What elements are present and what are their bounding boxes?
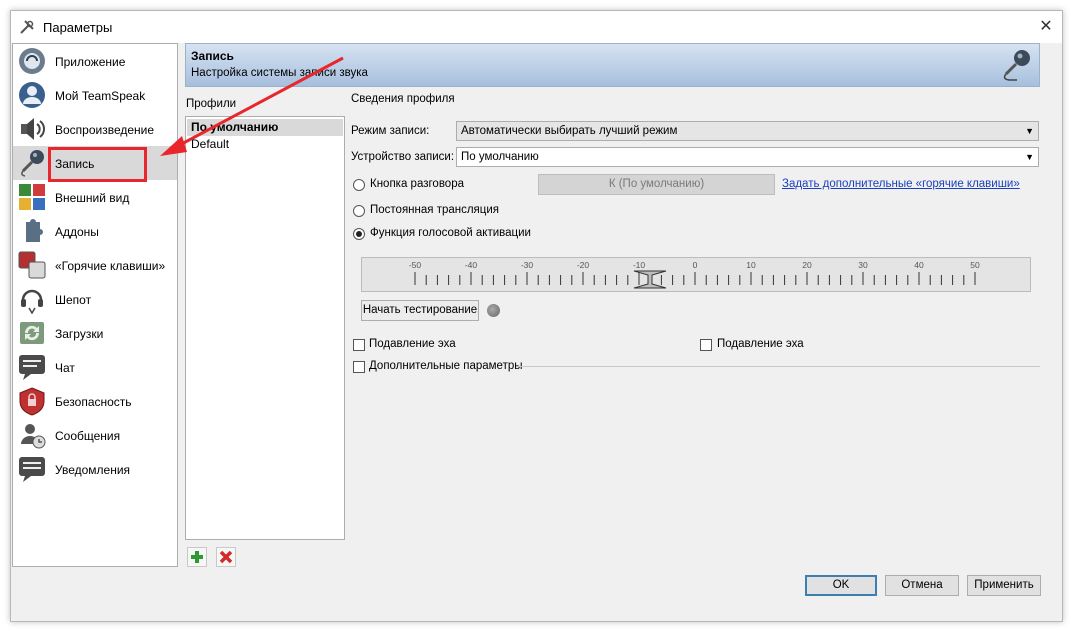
dropdown-arrow-icon: ▼ (1025, 126, 1034, 136)
capture-mode-value: Автоматически выбирать лучший режим (461, 125, 678, 137)
sidebar-item-whisper[interactable]: Шепот (13, 282, 177, 316)
sidebar-item-security[interactable]: Безопасность (13, 384, 177, 418)
cancel-button[interactable]: Отмена (885, 575, 959, 596)
meter-tick-label: 10 (746, 260, 756, 270)
meter-tick-label: 50 (970, 260, 980, 270)
profile-item[interactable]: Default (187, 136, 343, 153)
advanced-options-checkbox[interactable] (353, 361, 365, 373)
echo-cancel-label-2: Подавление эха (717, 338, 804, 350)
meter-tick-label: -30 (521, 260, 534, 270)
meter-tick-label: -50 (409, 260, 422, 270)
sidebar-item-application[interactable]: Приложение (13, 44, 177, 78)
window-title: Параметры (43, 20, 113, 35)
ok-button[interactable]: OK (805, 575, 877, 596)
microphone-icon (1003, 50, 1030, 81)
radio-voice-activation-label: Функция голосовой активации (370, 227, 531, 239)
shield-icon (19, 387, 45, 416)
page-subtitle: Настройка системы записи звука (191, 67, 368, 79)
close-button[interactable]: ✕ (1034, 15, 1058, 39)
advanced-options-label: Дополнительные параметры (369, 360, 523, 372)
dropdown-arrow-icon: ▼ (1025, 152, 1034, 162)
delete-icon (219, 550, 233, 564)
meter-tick-label: 40 (914, 260, 924, 270)
profiles-list: По умолчанию Default (185, 116, 345, 540)
hotkeys-link[interactable]: Задать дополнительные «горячие клавиши» (782, 178, 1020, 190)
hotkeys-icon (18, 251, 46, 279)
radio-voice-activation[interactable] (353, 228, 365, 240)
page-title: Запись (191, 49, 234, 63)
meter-tick-label: 20 (802, 260, 812, 270)
chat-icon (19, 355, 45, 380)
sidebar-item-label: Аддоны (55, 225, 99, 239)
sidebar-item-label: Сообщения (55, 429, 121, 443)
capture-device-label: Устройство записи: (351, 151, 455, 163)
microphone-icon (21, 150, 44, 177)
profiles-label: Профили (186, 98, 237, 110)
application-icon (19, 48, 45, 74)
sidebar-item-label: Уведомления (55, 463, 131, 477)
capture-device-select[interactable]: По умолчанию ▼ (456, 147, 1039, 167)
sidebar-item-label: Безопасность (55, 395, 132, 409)
radio-push-to-talk[interactable] (353, 179, 365, 191)
hotkey-button[interactable]: К (По умолчанию) (538, 174, 775, 195)
meter-tick-label: -20 (577, 260, 590, 270)
capture-device-value: По умолчанию (461, 151, 539, 163)
meter-tick-label: -10 (633, 260, 646, 270)
messages-icon (21, 424, 46, 449)
remove-profile-button[interactable] (216, 547, 236, 567)
sidebar-item-label: Чат (55, 361, 75, 375)
sidebar-item-label: Мой TeamSpeak (55, 89, 146, 103)
sidebar-item-label: Приложение (55, 55, 126, 69)
sidebar-item-design[interactable]: Внешний вид (13, 180, 177, 214)
annotation-highlight-box (48, 147, 147, 182)
sidebar-item-label: Воспроизведение (55, 123, 155, 137)
meter-tick-label: 30 (858, 260, 868, 270)
echo-cancel-checkbox-2[interactable] (700, 339, 712, 351)
sidebar-item-downloads[interactable]: Загрузки (13, 316, 177, 350)
sidebar-item-my-teamspeak[interactable]: Мой TeamSpeak (13, 78, 177, 112)
sidebar-item-label: Шепот (55, 293, 92, 307)
voice-activation-slider[interactable]: -50 -40 -30 -20 -10 0 10 20 30 40 50 (361, 257, 1031, 292)
tools-icon (20, 20, 34, 34)
sidebar-item-chat[interactable]: Чат (13, 350, 177, 384)
echo-cancel-checkbox-1[interactable] (353, 339, 365, 351)
divider (518, 366, 1040, 367)
sidebar: Приложение Мой TeamSpeak Воспроизведение… (12, 43, 178, 567)
downloads-icon (20, 322, 44, 344)
radio-push-to-talk-label: Кнопка разговора (370, 178, 464, 190)
sidebar-item-playback[interactable]: Воспроизведение (13, 112, 177, 146)
user-icon (19, 82, 45, 108)
page-header: Запись Настройка системы записи звука (185, 43, 1040, 87)
sidebar-item-addons[interactable]: Аддоны (13, 214, 177, 248)
sidebar-item-hotkeys[interactable]: «Горячие клавиши» (13, 248, 177, 282)
capture-mode-label: Режим записи: (351, 125, 430, 137)
radio-continuous-label: Постоянная трансляция (370, 204, 500, 216)
speaker-icon (21, 118, 45, 140)
sidebar-item-label: Внешний вид (55, 191, 130, 205)
puzzle-icon (26, 219, 43, 242)
profile-details-label: Сведения профиля (351, 93, 455, 105)
notifications-icon (19, 457, 45, 482)
meter-tick-label: 0 (693, 260, 698, 270)
capture-mode-select[interactable]: Автоматически выбирать лучший режим ▼ (456, 121, 1039, 141)
level-scale: -50 -40 -30 -20 -10 0 10 20 30 40 50 (409, 260, 980, 289)
sidebar-item-label: Загрузки (55, 327, 104, 341)
add-profile-button[interactable] (187, 547, 207, 567)
profile-item[interactable]: По умолчанию (187, 119, 343, 136)
meter-tick-label: -40 (465, 260, 478, 270)
sidebar-item-notifications[interactable]: Уведомления (13, 452, 177, 486)
headset-icon (21, 289, 43, 314)
status-led-icon (487, 304, 500, 317)
sidebar-item-messages[interactable]: Сообщения (13, 418, 177, 452)
title-bar: Параметры ✕ (11, 11, 1062, 43)
apply-button[interactable]: Применить (967, 575, 1041, 596)
plus-icon (191, 551, 203, 563)
radio-continuous[interactable] (353, 205, 365, 217)
appearance-icon (19, 184, 45, 210)
echo-cancel-label-1: Подавление эха (369, 338, 456, 350)
start-test-button[interactable]: Начать тестирование (361, 300, 479, 321)
sidebar-item-label: «Горячие клавиши» (55, 259, 166, 273)
